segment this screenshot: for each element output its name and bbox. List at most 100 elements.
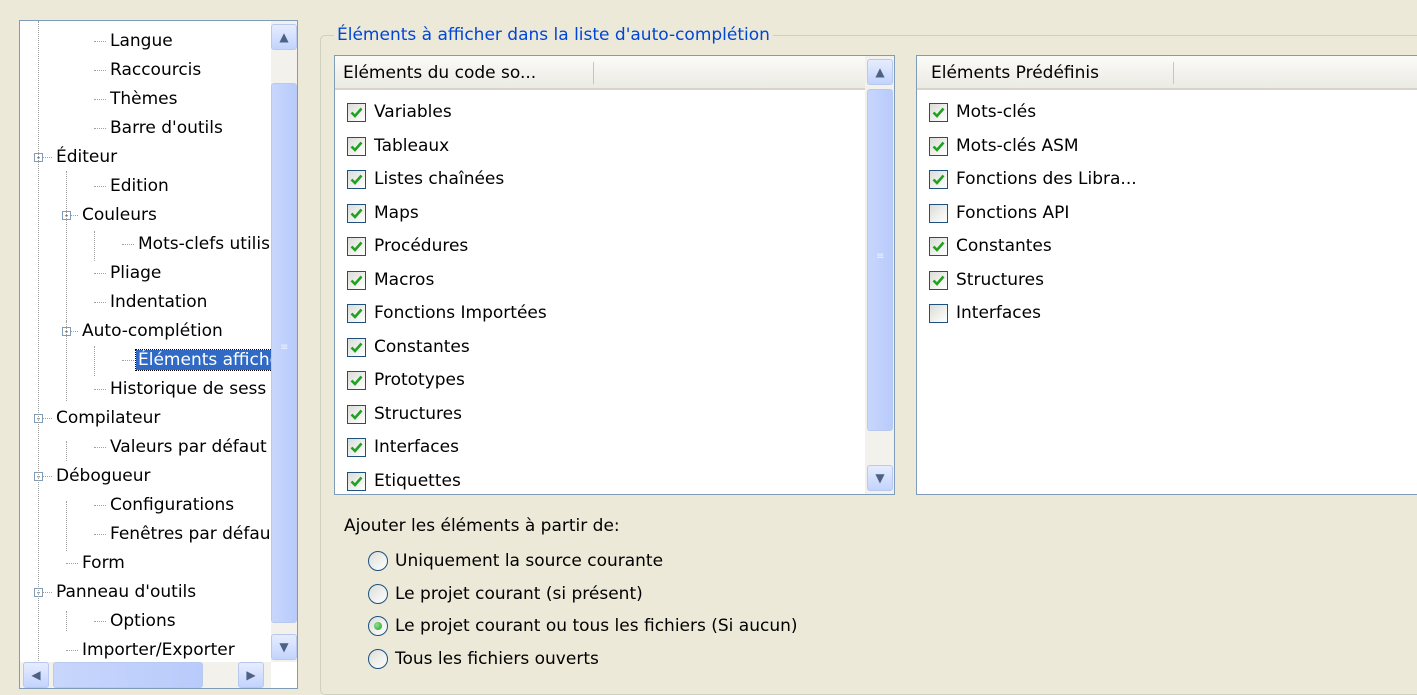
checkbox[interactable] <box>347 170 366 189</box>
tree-guide-line <box>66 321 67 401</box>
checkbox[interactable] <box>347 203 366 223</box>
tree-item-label: Raccourcis <box>110 60 202 80</box>
checkbox[interactable] <box>929 103 948 122</box>
checkbox[interactable] <box>929 304 948 323</box>
tree-connector-line <box>122 360 134 361</box>
tree-connector-line <box>94 41 106 42</box>
tree-item-langue[interactable]: Langue <box>108 27 175 55</box>
list-item-label: Mots-clés <box>956 102 1037 122</box>
source-label: Ajouter les éléments à partir de: <box>344 516 620 536</box>
chevron-up-icon: ▲ <box>875 65 885 79</box>
list-item-label: Fonctions API <box>956 202 1070 223</box>
checkbox[interactable] <box>347 103 366 122</box>
tree-scroll-thumb[interactable]: ≡ <box>271 83 297 623</box>
tree-connector-line <box>94 70 106 71</box>
tree-scroll-right-button[interactable]: ▶ <box>238 662 264 688</box>
tree-item-barre-d-outils[interactable]: Barre d'outils <box>108 114 225 142</box>
checkbox[interactable] <box>347 237 366 256</box>
checkbox[interactable] <box>347 136 366 156</box>
tree-connector-line <box>94 534 106 535</box>
list-item-label: Constantes <box>374 336 470 357</box>
tree-item-form[interactable]: Form <box>80 549 127 577</box>
predefined-elements-header-label: Eléments Prédéfinis <box>931 63 1099 83</box>
tree-connector-line <box>94 128 106 129</box>
checkbox[interactable] <box>929 203 948 223</box>
tree-item-pliage[interactable]: Pliage <box>108 259 163 287</box>
tree-item-label: Form <box>82 553 125 573</box>
code-list-scroll-up-button[interactable]: ▲ <box>867 59 893 85</box>
checkbox[interactable] <box>929 136 948 156</box>
tree-item-elements-affiche[interactable]: Éléments affiche <box>134 346 284 374</box>
list-item-label: Listes chaînées <box>374 169 505 189</box>
tree-scroll-left-button[interactable]: ◀ <box>23 662 49 688</box>
grip-icon: ≡ <box>876 251 885 262</box>
tree-vertical-scrollbar[interactable]: ▲ ≡ ▼ <box>271 21 297 662</box>
tree-item-debogueur[interactable]: Débogueur <box>54 462 153 490</box>
tree-connector-line <box>94 447 106 448</box>
code-list-scrollbar[interactable]: ▲ ≡ ▼ <box>865 56 894 494</box>
tree-item-compilateur[interactable]: Compilateur <box>54 404 162 432</box>
checkmark-icon <box>350 141 363 152</box>
checkmark-icon <box>932 141 945 152</box>
checkbox[interactable] <box>929 237 948 256</box>
tree-scroll-up-button[interactable]: ▲ <box>271 24 297 50</box>
radio-button[interactable] <box>368 616 388 636</box>
code-list-scroll-down-button[interactable]: ▼ <box>867 465 893 491</box>
checkbox[interactable] <box>347 438 366 457</box>
list-item-label: Constantes <box>956 236 1052 256</box>
tree-item-configurations[interactable]: Configurations <box>108 491 236 519</box>
checkbox[interactable] <box>347 371 366 390</box>
tree-horizontal-scrollbar[interactable]: ◀ ▶ <box>20 662 271 688</box>
radio-label: Le projet courant (si présent) <box>395 583 643 604</box>
radio-button[interactable] <box>368 551 388 571</box>
predefined-elements-list[interactable]: Eléments Prédéfinis Mots-clés Mots-clés A… <box>916 55 1417 495</box>
code-list-scroll-thumb[interactable]: ≡ <box>867 89 893 431</box>
checkbox[interactable] <box>347 337 366 357</box>
predefined-elements-header[interactable]: Eléments Prédéfinis <box>917 56 1417 90</box>
radio-dot-icon <box>374 622 382 630</box>
tree-item-label: Panneau d'outils <box>56 582 197 602</box>
tree-item-panneau-d-outils[interactable]: Panneau d'outils <box>54 578 198 606</box>
checkbox[interactable] <box>347 404 366 424</box>
radio-button[interactable] <box>368 583 388 604</box>
list-item-label: Fonctions Importées <box>374 303 547 323</box>
checkmark-icon <box>350 476 363 487</box>
tree-item-historique-de-sess[interactable]: Historique de sess <box>108 375 268 403</box>
checkbox[interactable] <box>347 270 366 290</box>
tree-item-label: Importer/Exporter <box>82 640 235 660</box>
code-elements-list[interactable]: Eléments du code so... Variables Tableaux… <box>334 55 895 495</box>
tree-item-auto-completion[interactable]: Auto-complétion <box>80 317 225 345</box>
tree-hscroll-thumb[interactable] <box>53 662 203 688</box>
options-tree[interactable]: Langue Raccourcis Thèmes Barre d'outils Édit… <box>19 20 298 689</box>
tree-item-editeur[interactable]: Éditeur <box>54 143 119 171</box>
tree-item-mots-clefs-utilisa[interactable]: Mots-clefs utilisa <box>136 230 282 258</box>
groupbox-title: Éléments à afficher dans la liste d'auto… <box>334 24 773 46</box>
code-elements-header[interactable]: Eléments du code so... <box>335 56 865 90</box>
checkmark-icon <box>932 275 945 286</box>
tree-item-valeurs-par-defaut[interactable]: Valeurs par défaut <box>108 433 269 461</box>
checkbox[interactable] <box>347 304 366 323</box>
tree-item-label: Configurations <box>110 495 235 515</box>
tree-item-edition[interactable]: Edition <box>108 172 171 200</box>
checkmark-icon <box>350 208 363 219</box>
code-elements-header-label: Eléments du code so... <box>343 63 537 83</box>
tree-item-fenetres-par-defau[interactable]: Fenêtres par défau <box>108 520 273 548</box>
tree-item-options[interactable]: Options <box>108 607 178 635</box>
radio-button[interactable] <box>368 648 388 669</box>
tree-scroll-down-button[interactable]: ▼ <box>271 634 297 660</box>
list-item-label: Procédures <box>374 236 469 256</box>
grip-icon: ≡ <box>280 342 289 353</box>
list-item-label: Prototypes <box>374 370 465 390</box>
tree-guide-line <box>66 441 67 461</box>
tree-item-indentation[interactable]: Indentation <box>108 288 209 316</box>
tree-item-label: Options <box>110 611 176 631</box>
checkbox[interactable] <box>929 170 948 189</box>
tree-item-themes[interactable]: Thèmes <box>108 85 180 113</box>
tree-item-raccourcis[interactable]: Raccourcis <box>108 56 203 84</box>
chevron-left-icon: ◀ <box>31 668 41 682</box>
checkbox[interactable] <box>347 471 366 491</box>
checkbox[interactable] <box>929 270 948 290</box>
tree-item-importer-exporter[interactable]: Importer/Exporter <box>80 636 237 664</box>
tree-item-couleurs[interactable]: Couleurs <box>80 201 159 229</box>
list-item-label: Variables <box>374 102 452 122</box>
